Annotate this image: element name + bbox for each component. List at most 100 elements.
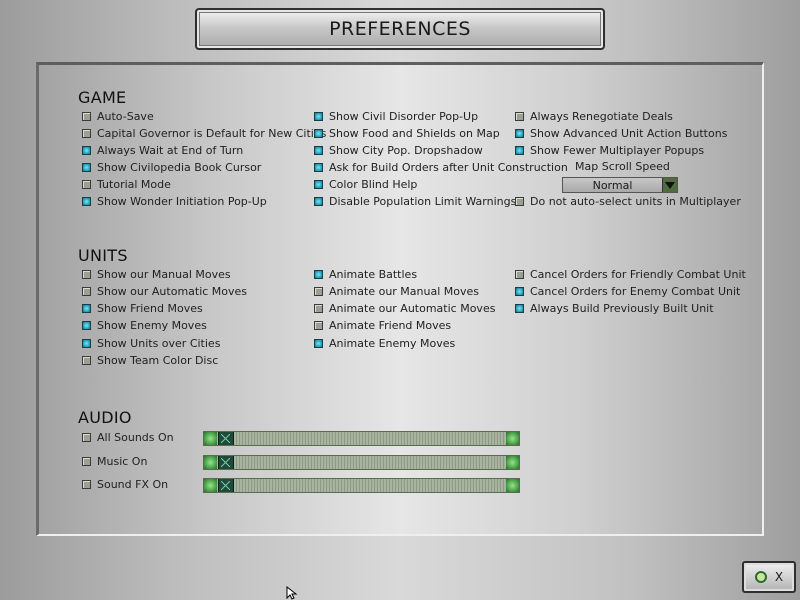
- checkbox[interactable]: [82, 180, 91, 189]
- option-animate-friend-moves[interactable]: Animate Friend Moves: [314, 318, 451, 333]
- checkbox[interactable]: [515, 287, 524, 296]
- checkbox[interactable]: [314, 180, 323, 189]
- option-capital-governor[interactable]: Capital Governor is Default for New Citi…: [82, 126, 326, 141]
- checkbox[interactable]: [82, 480, 91, 489]
- checkbox[interactable]: [82, 433, 91, 442]
- option-ask-build-orders[interactable]: Ask for Build Orders after Unit Construc…: [314, 160, 568, 175]
- option-label: Always Renegotiate Deals: [530, 110, 673, 123]
- close-icon[interactable]: X: [775, 570, 783, 584]
- option-label: Show Wonder Initiation Pop-Up: [97, 195, 267, 208]
- slider-handle[interactable]: [218, 432, 234, 445]
- option-civil-disorder-popup[interactable]: Show Civil Disorder Pop-Up: [314, 109, 478, 124]
- checkbox[interactable]: [314, 287, 323, 296]
- ok-circle-icon[interactable]: [754, 571, 767, 583]
- option-food-shields-map[interactable]: Show Food and Shields on Map: [314, 126, 500, 141]
- checkbox[interactable]: [314, 304, 323, 313]
- checkbox[interactable]: [82, 197, 91, 206]
- slider-left-end-icon[interactable]: [204, 456, 217, 469]
- option-always-build-previous[interactable]: Always Build Previously Built Unit: [515, 301, 714, 316]
- option-label: Tutorial Mode: [97, 178, 171, 191]
- option-label: Show our Manual Moves: [97, 268, 231, 281]
- checkbox[interactable]: [515, 146, 524, 155]
- option-label: Show Enemy Moves: [97, 319, 207, 332]
- option-always-renegotiate[interactable]: Always Renegotiate Deals: [515, 109, 673, 124]
- option-fewer-mp-popups[interactable]: Show Fewer Multiplayer Popups: [515, 143, 704, 158]
- checkbox[interactable]: [82, 356, 91, 365]
- ok-close-button[interactable]: X: [742, 561, 796, 593]
- checkbox[interactable]: [82, 112, 91, 121]
- option-team-color-disc[interactable]: Show Team Color Disc: [82, 353, 218, 368]
- option-label: Show Advanced Unit Action Buttons: [530, 127, 728, 140]
- option-city-pop-dropshadow[interactable]: Show City Pop. Dropshadow: [314, 143, 483, 158]
- checkbox[interactable]: [82, 146, 91, 155]
- checkbox[interactable]: [82, 129, 91, 138]
- option-tutorial-mode[interactable]: Tutorial Mode: [82, 177, 171, 192]
- checkbox[interactable]: [515, 197, 524, 206]
- sound-fx-slider[interactable]: [203, 478, 520, 493]
- option-label: Always Build Previously Built Unit: [530, 302, 714, 315]
- option-units-over-cities[interactable]: Show Units over Cities: [82, 336, 220, 351]
- option-animate-enemy-moves[interactable]: Animate Enemy Moves: [314, 336, 455, 351]
- checkbox[interactable]: [82, 287, 91, 296]
- checkbox[interactable]: [314, 339, 323, 348]
- option-show-manual-moves[interactable]: Show our Manual Moves: [82, 267, 231, 282]
- checkbox[interactable]: [82, 321, 91, 330]
- option-label: Capital Governor is Default for New Citi…: [97, 127, 327, 140]
- slider-handle[interactable]: [218, 479, 234, 492]
- option-music[interactable]: Music On: [82, 454, 147, 469]
- option-label: Show Team Color Disc: [97, 354, 219, 367]
- checkbox[interactable]: [314, 129, 323, 138]
- option-label: Animate our Automatic Moves: [329, 302, 496, 315]
- slider-right-end-icon[interactable]: [506, 432, 519, 445]
- option-show-enemy-moves[interactable]: Show Enemy Moves: [82, 318, 207, 333]
- option-auto-save[interactable]: Auto-Save: [82, 109, 154, 124]
- slider-left-end-icon[interactable]: [204, 479, 217, 492]
- option-label: Cancel Orders for Friendly Combat Unit: [530, 268, 746, 281]
- checkbox[interactable]: [314, 112, 323, 121]
- option-color-blind-help[interactable]: Color Blind Help: [314, 177, 417, 192]
- option-sound-fx[interactable]: Sound FX On: [82, 477, 168, 492]
- checkbox[interactable]: [314, 270, 323, 279]
- option-cancel-enemy-combat[interactable]: Cancel Orders for Enemy Combat Unit: [515, 284, 740, 299]
- music-slider[interactable]: [203, 455, 520, 470]
- checkbox[interactable]: [515, 112, 524, 121]
- option-wonder-popup[interactable]: Show Wonder Initiation Pop-Up: [82, 194, 267, 209]
- option-animate-battles[interactable]: Animate Battles: [314, 267, 417, 282]
- option-advanced-unit-buttons[interactable]: Show Advanced Unit Action Buttons: [515, 126, 727, 141]
- option-civilopedia-cursor[interactable]: Show Civilopedia Book Cursor: [82, 160, 261, 175]
- checkbox[interactable]: [314, 197, 323, 206]
- checkbox[interactable]: [82, 457, 91, 466]
- option-animate-manual-moves[interactable]: Animate our Manual Moves: [314, 284, 479, 299]
- map-scroll-speed-label: Map Scroll Speed: [575, 160, 670, 173]
- checkbox[interactable]: [515, 270, 524, 279]
- option-always-wait-end-turn[interactable]: Always Wait at End of Turn: [82, 143, 243, 158]
- option-show-friend-moves[interactable]: Show Friend Moves: [82, 301, 203, 316]
- option-show-automatic-moves[interactable]: Show our Automatic Moves: [82, 284, 247, 299]
- slider-right-end-icon[interactable]: [506, 456, 519, 469]
- checkbox[interactable]: [515, 129, 524, 138]
- option-animate-automatic-moves[interactable]: Animate our Automatic Moves: [314, 301, 495, 316]
- option-label: Show City Pop. Dropshadow: [329, 144, 483, 157]
- map-scroll-speed-select[interactable]: Normal: [562, 177, 678, 193]
- option-all-sounds[interactable]: All Sounds On: [82, 430, 174, 445]
- checkbox[interactable]: [82, 339, 91, 348]
- checkbox[interactable]: [314, 146, 323, 155]
- option-label: Show Food and Shields on Map: [329, 127, 500, 140]
- option-disable-pop-limit-warnings[interactable]: Disable Population Limit Warnings: [314, 194, 516, 209]
- option-cancel-friendly-combat[interactable]: Cancel Orders for Friendly Combat Unit: [515, 267, 746, 282]
- chevron-down-icon[interactable]: [662, 178, 677, 192]
- option-no-auto-select-mp[interactable]: Do not auto-select units in Multiplayer: [515, 194, 741, 209]
- all-sounds-slider[interactable]: [203, 431, 520, 446]
- slider-handle[interactable]: [218, 456, 234, 469]
- checkbox[interactable]: [515, 304, 524, 313]
- checkbox[interactable]: [314, 321, 323, 330]
- option-label: Animate Friend Moves: [329, 319, 452, 332]
- slider-left-end-icon[interactable]: [204, 432, 217, 445]
- checkbox[interactable]: [82, 304, 91, 313]
- page-title: PREFERENCES: [329, 18, 471, 40]
- checkbox[interactable]: [82, 270, 91, 279]
- slider-right-end-icon[interactable]: [506, 479, 519, 492]
- option-label: Animate Battles: [329, 268, 418, 281]
- checkbox[interactable]: [314, 163, 323, 172]
- checkbox[interactable]: [82, 163, 91, 172]
